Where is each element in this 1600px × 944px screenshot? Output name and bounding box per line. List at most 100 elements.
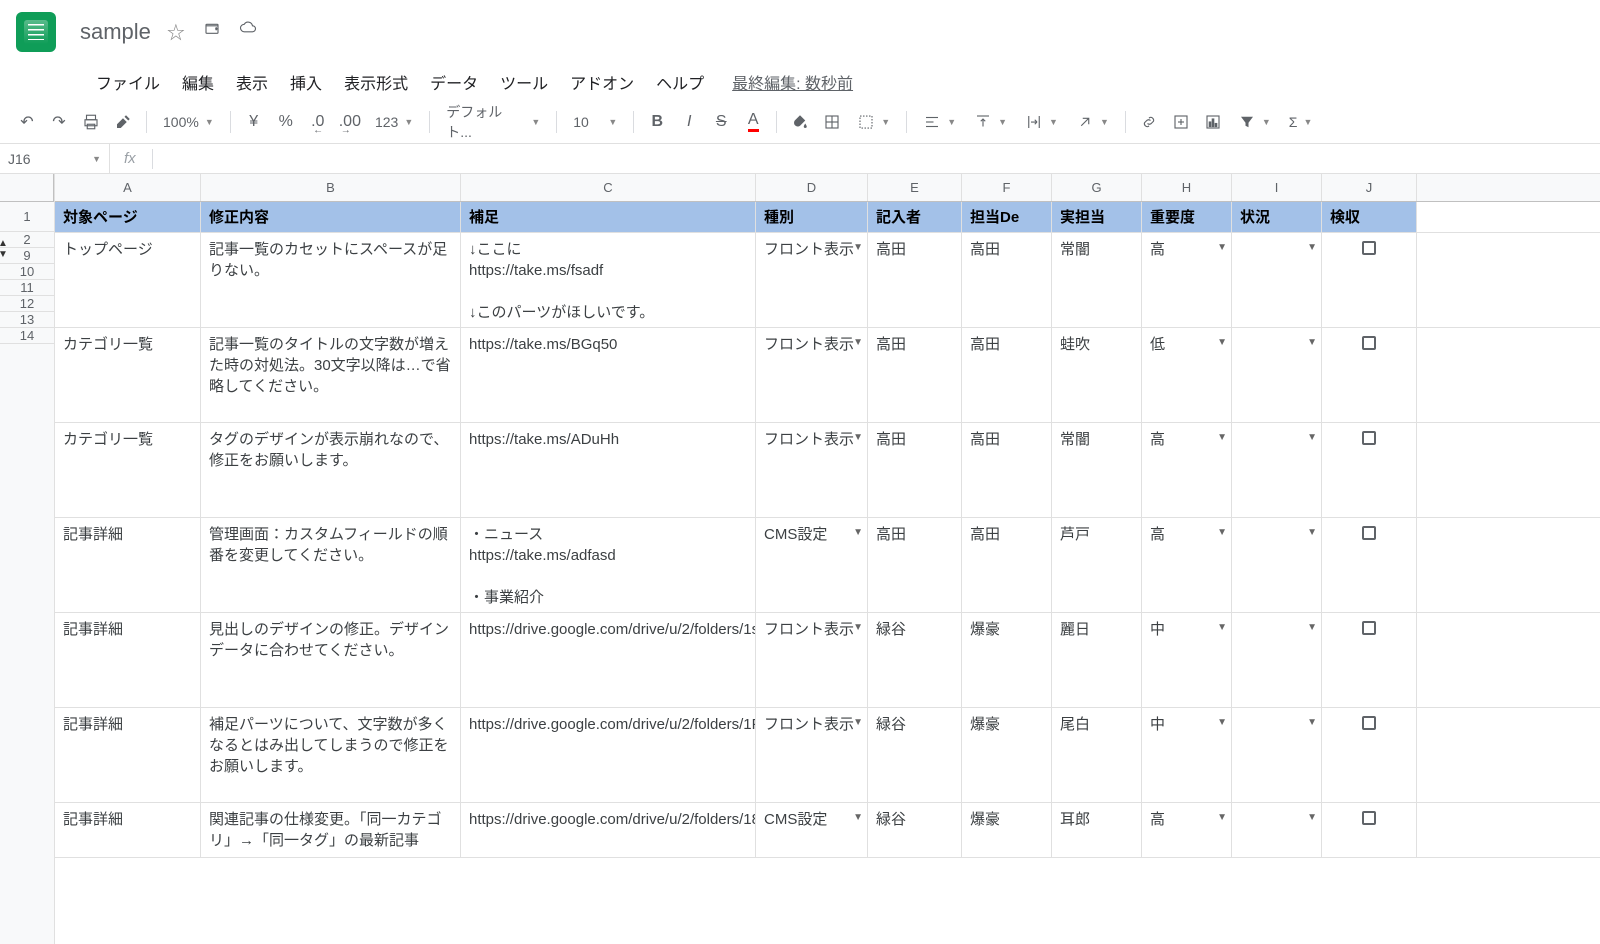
row-header[interactable]: 12 [0,296,54,312]
cell-assignee[interactable]: 耳郎 [1052,803,1142,857]
cell-note[interactable]: https://drive.google.com/drive/u/2/folde… [461,613,756,707]
cell-note[interactable]: https://take.ms/BGq50 [461,328,756,422]
merge-cells-button[interactable]: ▼ [849,107,898,137]
table-header-cell[interactable]: 担当De [962,202,1052,232]
cell-dropdown-icon[interactable]: ▼ [1217,716,1227,730]
cell-type[interactable]: フロント表示▼ [756,328,868,422]
fill-color-button[interactable] [785,107,815,137]
cell-dir[interactable]: 高田 [962,423,1052,517]
cell-dropdown-icon[interactable]: ▼ [1217,431,1227,445]
menu-insert[interactable]: 挿入 [280,66,332,98]
cell-priority[interactable]: 高▼ [1142,803,1232,857]
cell-priority[interactable]: 高▼ [1142,423,1232,517]
cell-status[interactable]: ▼ [1232,518,1322,612]
sheets-logo[interactable] [16,12,56,52]
cell-status[interactable]: ▼ [1232,423,1322,517]
cell-dropdown-icon[interactable]: ▼ [1307,811,1317,825]
cell-dropdown-icon[interactable]: ▼ [853,811,863,825]
table-header-cell[interactable]: 状況 [1232,202,1322,232]
cell-page[interactable]: トップページ [55,233,201,327]
percent-button[interactable]: % [271,107,301,137]
menu-view[interactable]: 表示 [226,66,278,98]
cell-assignee[interactable]: 蛙吹 [1052,328,1142,422]
cell-page[interactable]: カテゴリ一覧 [55,328,201,422]
cell-note[interactable]: ・ニュース https://take.ms/adfasd ・事業紹介 https… [461,518,756,612]
cell-writer[interactable]: 高田 [868,233,962,327]
checkbox[interactable] [1362,336,1376,350]
cell-type[interactable]: CMS設定▼ [756,518,868,612]
italic-button[interactable]: I [674,107,704,137]
zoom-select[interactable]: 100%▼ [155,107,222,137]
font-select[interactable]: デフォルト...▼ [438,107,548,137]
cell-fix[interactable]: タグのデザインが表示崩れなので、修正をお願いします。 [201,423,461,517]
cell-writer[interactable]: 高田 [868,423,962,517]
filter-button[interactable]: ▼ [1230,107,1279,137]
cell-priority[interactable]: 高▼ [1142,518,1232,612]
cell-status[interactable]: ▼ [1232,613,1322,707]
column-header-A[interactable]: A [55,174,201,201]
row-header[interactable]: 14 [0,328,54,344]
cell-priority[interactable]: 中▼ [1142,708,1232,802]
cell-dir[interactable]: 爆豪 [962,708,1052,802]
cell-priority[interactable]: 低▼ [1142,328,1232,422]
cell-fix[interactable]: 補足パーツについて、文字数が多くなるとはみ出してしまうので修正をお願いします。 [201,708,461,802]
cell-type[interactable]: CMS設定▼ [756,803,868,857]
cell-writer[interactable]: 緑谷 [868,708,962,802]
cell-dropdown-icon[interactable]: ▼ [1307,716,1317,730]
menu-file[interactable]: ファイル [86,66,170,98]
cell-reference-box[interactable]: J16▼ [0,144,110,173]
cell-dropdown-icon[interactable]: ▼ [1217,241,1227,255]
strikethrough-button[interactable]: S [706,107,736,137]
undo-button[interactable]: ↶ [12,107,42,137]
insert-chart-button[interactable] [1198,107,1228,137]
column-header-B[interactable]: B [201,174,461,201]
cell-check[interactable] [1322,613,1417,707]
cell-dir[interactable]: 爆豪 [962,613,1052,707]
cell-check[interactable] [1322,708,1417,802]
menu-help[interactable]: ヘルプ [646,66,714,98]
row-group-toggle-icon[interactable]: ▲▼ [0,238,12,260]
cloud-icon[interactable] [239,19,257,45]
cell-writer[interactable]: 高田 [868,518,962,612]
formula-input[interactable] [152,149,1600,169]
print-button[interactable] [76,107,106,137]
cell-dropdown-icon[interactable]: ▼ [853,336,863,350]
insert-link-button[interactable] [1134,107,1164,137]
column-header-H[interactable]: H [1142,174,1232,201]
text-wrap-button[interactable]: ▼ [1017,107,1066,137]
borders-button[interactable] [817,107,847,137]
column-header-I[interactable]: I [1232,174,1322,201]
table-header-cell[interactable]: 種別 [756,202,868,232]
cell-dropdown-icon[interactable]: ▼ [1217,336,1227,350]
table-header-cell[interactable]: 修正内容 [201,202,461,232]
cell-dropdown-icon[interactable]: ▼ [1307,336,1317,350]
cell-check[interactable] [1322,803,1417,857]
table-header-cell[interactable]: 検収 [1322,202,1417,232]
cell-note[interactable]: ↓ここに https://take.ms/fsadf ↓このパーツがほしいです。… [461,233,756,327]
cell-type[interactable]: フロント表示▼ [756,423,868,517]
cell-note[interactable]: https://take.ms/ADuHh [461,423,756,517]
move-icon[interactable] [203,19,221,45]
cell-dir[interactable]: 高田 [962,518,1052,612]
cell-writer[interactable]: 緑谷 [868,613,962,707]
text-rotation-button[interactable]: ▼ [1068,107,1117,137]
cell-dir[interactable]: 爆豪 [962,803,1052,857]
cell-priority[interactable]: 高▼ [1142,233,1232,327]
cell-assignee[interactable]: 常闇 [1052,423,1142,517]
checkbox[interactable] [1362,621,1376,635]
cell-status[interactable]: ▼ [1232,708,1322,802]
cell-assignee[interactable]: 芦戸 [1052,518,1142,612]
decrease-decimal-button[interactable]: .0← [303,107,333,137]
bold-button[interactable]: B [642,107,672,137]
cell-note[interactable]: https://drive.google.com/drive/u/2/folde… [461,803,756,857]
cell-dir[interactable]: 高田 [962,233,1052,327]
row-header[interactable]: 11 [0,280,54,296]
cell-dropdown-icon[interactable]: ▼ [1307,621,1317,635]
increase-decimal-button[interactable]: .00→ [335,107,365,137]
cell-dir[interactable]: 高田 [962,328,1052,422]
table-header-cell[interactable]: 実担当 [1052,202,1142,232]
cell-page[interactable]: 記事詳細 [55,803,201,857]
column-header-D[interactable]: D [756,174,868,201]
cell-note[interactable]: https://drive.google.com/drive/u/2/folde… [461,708,756,802]
checkbox[interactable] [1362,241,1376,255]
